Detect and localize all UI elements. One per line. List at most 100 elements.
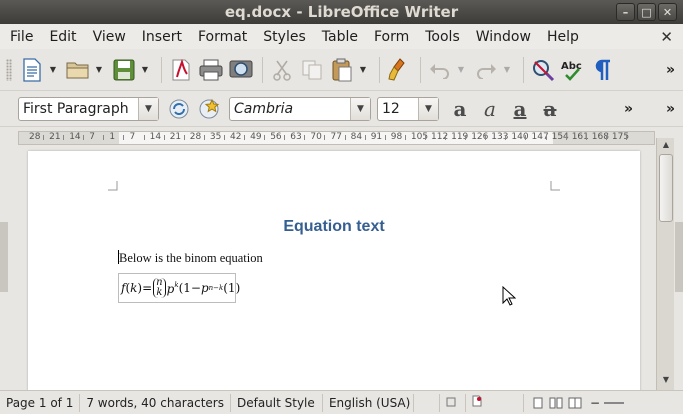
ruler-tick	[83, 135, 85, 140]
clone-formatting-icon[interactable]	[385, 56, 413, 84]
document-page[interactable]: Equation text Below is the binom equatio…	[28, 151, 640, 390]
maximize-button[interactable]: □	[637, 3, 656, 21]
ruler-tick	[304, 135, 306, 140]
undo-icon[interactable]	[426, 56, 454, 84]
close-window-button[interactable]: ✕	[658, 3, 677, 21]
zoom-control[interactable]: −	[590, 396, 625, 410]
formatting-toolbar: First Paragraph ▼ Cambria ▼ 12 ▼ a a a a…	[0, 91, 683, 127]
new-document-icon[interactable]	[18, 56, 46, 84]
equation-object[interactable]: f (k)= nk pk (1− p n−k (1)	[118, 273, 240, 303]
save-dropdown-icon[interactable]: ▼	[140, 65, 150, 74]
chevron-down-icon[interactable]: ▼	[350, 97, 370, 120]
ruler-tick	[465, 135, 467, 140]
ruler-label: 14	[149, 132, 162, 142]
ruler-tick	[605, 135, 607, 140]
sidebar-overflow-icon[interactable]: »	[666, 101, 675, 117]
ruler-label: 28	[29, 132, 41, 142]
menu-view[interactable]: View	[85, 29, 134, 45]
menu-tools[interactable]: Tools	[417, 29, 468, 45]
paragraph-style-combo[interactable]: First Paragraph ▼	[18, 96, 159, 121]
page-style[interactable]: Default Style	[231, 393, 323, 412]
ruler-tick	[525, 135, 527, 140]
ruler-tick	[625, 135, 627, 140]
document-area[interactable]: Equation text Below is the binom equatio…	[4, 149, 656, 390]
zoom-out-icon[interactable]: −	[590, 396, 600, 410]
ruler-tick	[123, 135, 125, 140]
font-size-value[interactable]: 12	[378, 98, 418, 120]
menu-table[interactable]: Table	[314, 29, 366, 45]
minimize-button[interactable]: –	[616, 3, 635, 21]
find-replace-icon[interactable]	[529, 56, 557, 84]
scroll-thumb[interactable]	[659, 154, 673, 222]
italic-icon[interactable]: a	[475, 97, 505, 121]
ruler-tick	[203, 135, 205, 140]
ruler-tick	[445, 135, 447, 140]
menu-file[interactable]: File	[2, 29, 41, 45]
export-pdf-icon[interactable]	[167, 56, 195, 84]
undo-dropdown-icon[interactable]: ▼	[456, 65, 466, 74]
menu-format[interactable]: Format	[190, 29, 255, 45]
new-dropdown-icon[interactable]: ▼	[48, 65, 58, 74]
bold-icon[interactable]: a	[445, 97, 475, 121]
ruler-tick	[344, 135, 346, 140]
ruler-tick	[43, 135, 45, 140]
font-size-combo[interactable]: 12 ▼	[377, 96, 439, 121]
chevron-down-icon[interactable]: ▼	[138, 97, 158, 120]
document-modified-icon[interactable]	[466, 393, 524, 412]
ruler-tick	[384, 135, 386, 140]
page-count[interactable]: Page 1 of 1	[0, 393, 81, 412]
redo-icon[interactable]	[472, 56, 500, 84]
zoom-slider[interactable]	[604, 401, 625, 404]
toolbar-grip[interactable]	[6, 58, 12, 81]
menu-styles[interactable]: Styles	[255, 29, 313, 45]
formatting-marks-icon[interactable]	[589, 56, 617, 84]
print-icon[interactable]	[197, 56, 225, 84]
menu-help[interactable]: Help	[539, 29, 587, 45]
format-overflow-icon[interactable]: »	[624, 101, 633, 117]
scroll-up-icon[interactable]: ▲	[659, 140, 673, 153]
redo-dropdown-icon[interactable]: ▼	[502, 65, 512, 74]
paste-icon[interactable]	[328, 56, 356, 84]
paragraph-style-value[interactable]: First Paragraph	[19, 98, 138, 120]
copy-icon[interactable]	[298, 56, 326, 84]
ruler-label: 70	[310, 132, 322, 142]
left-sidebar-handle[interactable]	[0, 222, 8, 292]
right-sidebar-handle[interactable]	[675, 222, 683, 292]
close-document-icon[interactable]: ✕	[660, 28, 673, 46]
font-name-value[interactable]: Cambria	[230, 98, 350, 120]
print-preview-icon[interactable]	[227, 56, 255, 84]
text-language[interactable]: English (USA)	[323, 393, 414, 412]
underline-icon[interactable]: a	[505, 97, 535, 121]
document-paragraph[interactable]: Below is the binom equation	[118, 250, 263, 266]
menu-edit[interactable]: Edit	[41, 29, 84, 45]
toolbar-overflow-icon[interactable]: »	[666, 62, 675, 78]
save-icon[interactable]	[110, 56, 138, 84]
open-dropdown-icon[interactable]: ▼	[94, 65, 104, 74]
ruler-label: 98	[390, 132, 403, 142]
selection-mode-icon[interactable]	[440, 393, 466, 412]
vertical-scrollbar[interactable]: ▲ ▼	[656, 138, 674, 390]
document-heading[interactable]: Equation text	[28, 218, 640, 236]
insert-mode[interactable]	[414, 393, 440, 412]
open-folder-icon[interactable]	[64, 56, 92, 84]
font-name-combo[interactable]: Cambria ▼	[229, 96, 371, 121]
word-count[interactable]: 7 words, 40 characters	[80, 393, 231, 412]
chevron-down-icon[interactable]: ▼	[418, 97, 438, 120]
multi-page-view-icon[interactable]	[549, 397, 563, 409]
spelling-icon[interactable]: Abc	[559, 56, 587, 84]
update-style-icon[interactable]	[165, 95, 193, 123]
ruler-label: 42	[230, 132, 242, 142]
single-page-view-icon[interactable]	[532, 397, 544, 409]
scroll-down-icon[interactable]: ▼	[659, 375, 673, 388]
ruler-tick	[183, 135, 185, 140]
paste-dropdown-icon[interactable]: ▼	[358, 65, 368, 74]
new-style-icon[interactable]	[195, 95, 223, 123]
book-view-icon[interactable]	[568, 397, 582, 409]
cut-icon[interactable]	[268, 56, 296, 84]
menu-form[interactable]: Form	[366, 29, 417, 45]
ruler-tick	[143, 135, 145, 140]
menu-window[interactable]: Window	[468, 29, 539, 45]
title-bar: eq.docx - LibreOffice Writer – □ ✕	[0, 0, 683, 24]
menu-insert[interactable]: Insert	[134, 29, 190, 45]
strikethrough-icon[interactable]: a	[535, 97, 565, 121]
